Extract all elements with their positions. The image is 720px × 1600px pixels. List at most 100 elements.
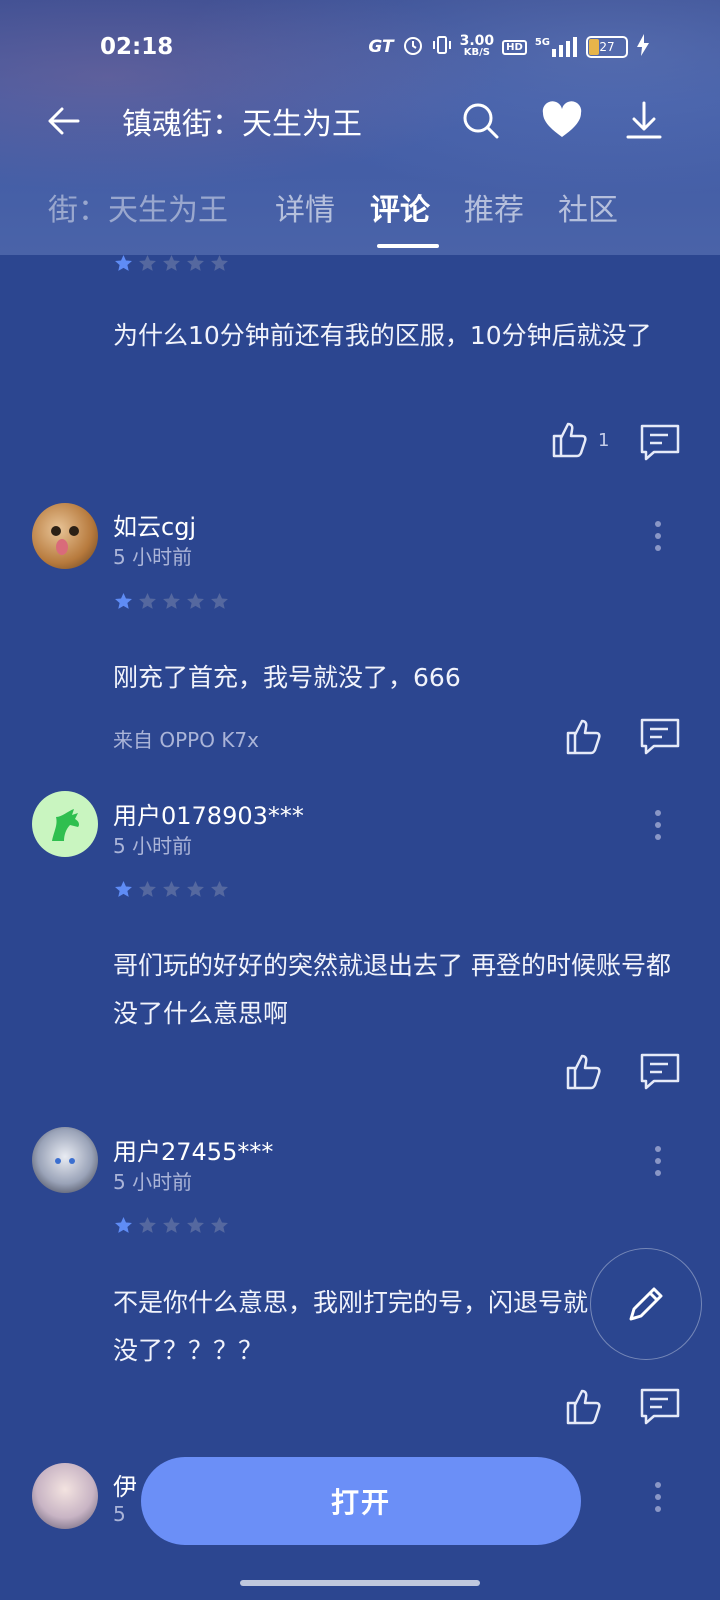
- star-icon: [115, 254, 132, 271]
- comment-icon: [640, 1053, 680, 1090]
- pencil-icon: [629, 1287, 663, 1321]
- gt-mode-icon: GT: [368, 37, 394, 57]
- like-button[interactable]: [562, 1050, 606, 1094]
- star-icon: [187, 1216, 204, 1233]
- star-icon: [187, 254, 204, 271]
- search-button[interactable]: [459, 99, 503, 143]
- star-icon: [139, 1216, 156, 1233]
- speed-unit: KB/S: [463, 47, 490, 58]
- comment-icon: [640, 718, 680, 755]
- username[interactable]: 伊: [113, 1467, 137, 1502]
- signal-icon: 5G: [535, 37, 578, 57]
- hd-icon: HD: [502, 39, 527, 55]
- battery-icon: 27: [586, 36, 628, 58]
- reply-button[interactable]: [638, 420, 682, 464]
- network-speed: 3.00 KB/S: [459, 33, 495, 59]
- reply-button[interactable]: [638, 1384, 682, 1428]
- comment-text: 不是你什么意思，我刚打完的号，闪退号就没了？？？？: [113, 1288, 589, 1365]
- download-icon: [626, 101, 662, 139]
- active-tab-indicator: [377, 244, 439, 248]
- star-icon: [163, 880, 180, 897]
- comment-text: 刚充了首充，我号就没了，666: [113, 663, 461, 692]
- more-options-button[interactable]: [648, 516, 668, 556]
- post-time: 5 小时前: [113, 1170, 193, 1194]
- star-icon: [163, 592, 180, 609]
- star-icon: [139, 880, 156, 897]
- star-icon: [115, 592, 132, 609]
- star-icon: [163, 254, 180, 271]
- avatar[interactable]: [32, 791, 98, 857]
- favorite-button[interactable]: [540, 99, 584, 143]
- rating-stars: [114, 1216, 229, 1235]
- speed-value: 3.00: [459, 33, 495, 49]
- star-icon: [139, 254, 156, 271]
- more-vertical-icon: [655, 810, 661, 840]
- more-options-button[interactable]: [648, 1477, 668, 1517]
- star-icon: [187, 592, 204, 609]
- comment-icon: [640, 1388, 680, 1425]
- star-icon: [211, 880, 228, 897]
- tab-game-name[interactable]: 街：天生为王: [48, 185, 228, 229]
- rating-stars: [114, 592, 229, 611]
- like-button[interactable]: [548, 418, 592, 462]
- avatar[interactable]: [32, 1127, 98, 1193]
- tab-recommend[interactable]: 推荐: [464, 185, 524, 229]
- star-icon: [187, 880, 204, 897]
- title-row: 镇魂街：天生为王: [0, 95, 720, 155]
- star-icon: [211, 592, 228, 609]
- username[interactable]: 如云cgj: [113, 507, 196, 542]
- rating-stars: [114, 880, 229, 899]
- star-icon: [211, 1216, 228, 1233]
- more-options-button[interactable]: [648, 805, 668, 845]
- reply-button[interactable]: [638, 714, 682, 758]
- write-review-button[interactable]: [590, 1248, 702, 1360]
- download-button[interactable]: [622, 99, 666, 143]
- post-time: 5: [113, 1502, 126, 1526]
- more-vertical-icon: [655, 1146, 661, 1176]
- avatar[interactable]: [32, 1463, 98, 1529]
- status-time: 02:18: [100, 34, 174, 60]
- device-label: 来自 OPPO K7x: [113, 728, 259, 752]
- more-vertical-icon: [655, 521, 661, 551]
- username[interactable]: 用户0178903***: [113, 796, 304, 831]
- home-indicator[interactable]: [240, 1580, 480, 1586]
- thumbs-up-icon: [566, 1389, 601, 1425]
- charging-icon: [636, 34, 650, 60]
- star-icon: [211, 254, 228, 271]
- open-app-button[interactable]: 打开: [141, 1457, 581, 1545]
- post-time: 5 小时前: [113, 834, 193, 858]
- star-icon: [163, 1216, 180, 1233]
- status-icons: GT 3.00 KB/S HD 5G 27: [368, 34, 650, 60]
- network-type: 5G: [534, 37, 550, 48]
- thumbs-up-icon: [566, 719, 601, 755]
- vibrate-icon: [432, 34, 452, 60]
- page-title: 镇魂街：天生为王: [122, 107, 362, 142]
- tab-community[interactable]: 社区: [558, 185, 618, 229]
- comment-text: 哥们玩的好好的突然就退出去了 再登的时候账号都没了什么意思啊: [113, 951, 671, 1028]
- thumbs-up-icon: [566, 1054, 601, 1090]
- back-arrow-icon: [48, 107, 80, 135]
- status-bar: 02:18 GT 3.00 KB/S HD 5G 27: [0, 0, 720, 95]
- comment-text: 为什么10分钟前还有我的区服，10分钟后就没了: [113, 321, 652, 350]
- search-icon: [463, 103, 499, 139]
- tab-bar: 街：天生为王 详情 评论 推荐 社区: [0, 185, 720, 255]
- tab-details[interactable]: 详情: [275, 185, 335, 229]
- username[interactable]: 用户27455***: [113, 1132, 273, 1167]
- star-icon: [115, 1216, 132, 1233]
- post-time: 5 小时前: [113, 545, 193, 569]
- more-options-button[interactable]: [648, 1141, 668, 1181]
- reply-button[interactable]: [638, 1049, 682, 1093]
- avatar[interactable]: [32, 503, 98, 569]
- rating-stars: [114, 254, 229, 273]
- comment-icon: [640, 424, 680, 461]
- more-vertical-icon: [655, 1482, 661, 1512]
- star-icon: [139, 592, 156, 609]
- alarm-icon: [402, 34, 424, 60]
- heart-icon: [542, 101, 582, 137]
- back-button[interactable]: [44, 101, 84, 141]
- tab-comments[interactable]: 评论: [370, 185, 430, 229]
- like-button[interactable]: [562, 1385, 606, 1429]
- battery-level: 27: [599, 40, 615, 54]
- like-button[interactable]: [562, 715, 606, 759]
- like-count: 1: [598, 430, 610, 451]
